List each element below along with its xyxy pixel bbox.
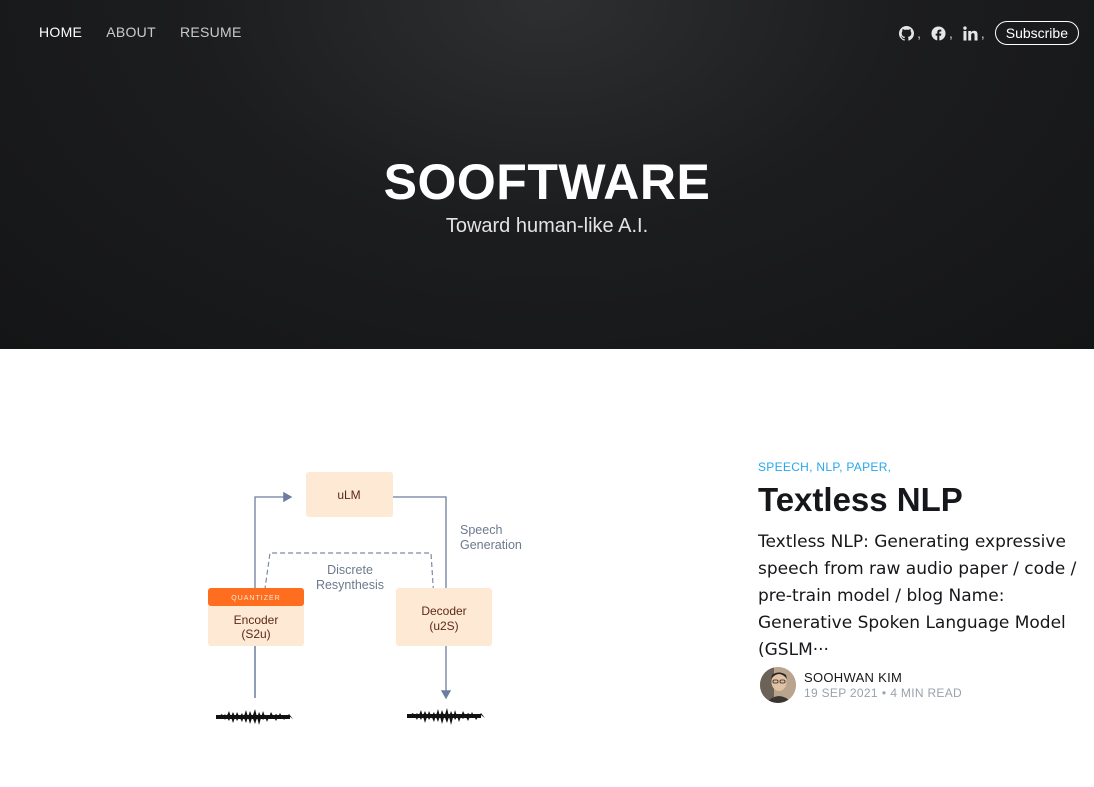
social-links: , , , Subscribe xyxy=(899,21,1079,45)
nav-resume[interactable]: RESUME xyxy=(180,24,242,41)
site-description: Toward human-like A.I. xyxy=(445,215,649,237)
speech-generation-label-2: Generation xyxy=(460,538,522,552)
output-waveform xyxy=(407,708,485,725)
discrete-resynthesis-label-1: Discrete xyxy=(327,563,373,577)
discrete-resynthesis-label-2: Resynthesis xyxy=(316,578,384,592)
github-icon[interactable] xyxy=(899,25,915,41)
post-excerpt[interactable]: Textless NLP: Generating expressive spee… xyxy=(758,529,1078,664)
social-separator: , xyxy=(980,25,985,41)
input-waveform xyxy=(216,709,293,725)
ulm-label: uLM xyxy=(337,488,360,502)
nav-about[interactable]: ABOUT xyxy=(106,24,156,41)
post-feature-image[interactable]: uLM Speech Generation Discrete Resynthes… xyxy=(39,390,717,786)
social-separator: , xyxy=(948,25,953,41)
encoder-label-1: Encoder xyxy=(234,613,279,627)
social-separator: , xyxy=(917,25,921,41)
encoder-label-2: (S2u) xyxy=(241,627,270,641)
gslm-diagram: uLM Speech Generation Discrete Resynthes… xyxy=(208,472,522,725)
quantizer-label: QUANTIZER xyxy=(231,595,280,602)
site-header: HOME ABOUT RESUME , , , Subscribe SOOFTW… xyxy=(0,0,1094,349)
site-title: SOOFTWARE xyxy=(383,154,711,210)
nav-home[interactable]: HOME xyxy=(39,24,82,41)
author-name[interactable]: SOOHWAN KIM xyxy=(804,670,902,685)
post-tags[interactable]: SPEECH, NLP, PAPER, xyxy=(758,460,891,474)
post-meta: 19 SEP 2021 • 4 MIN READ xyxy=(804,686,962,700)
decoder-label-1: Decoder xyxy=(421,604,466,618)
speech-generation-label-1: Speech xyxy=(460,523,502,537)
meta-bullet: • xyxy=(881,686,887,700)
post-date: 19 SEP 2021 xyxy=(804,686,878,700)
read-time: 4 MIN READ xyxy=(890,686,963,700)
linkedin-icon[interactable] xyxy=(963,25,978,41)
main-nav: HOME ABOUT RESUME xyxy=(39,24,242,41)
author-avatar[interactable] xyxy=(760,667,796,703)
post-title[interactable]: Textless NLP xyxy=(758,480,963,520)
decoder-label-2: (u2S) xyxy=(429,619,458,633)
subscribe-button[interactable]: Subscribe xyxy=(994,21,1079,45)
facebook-icon[interactable] xyxy=(931,25,946,41)
